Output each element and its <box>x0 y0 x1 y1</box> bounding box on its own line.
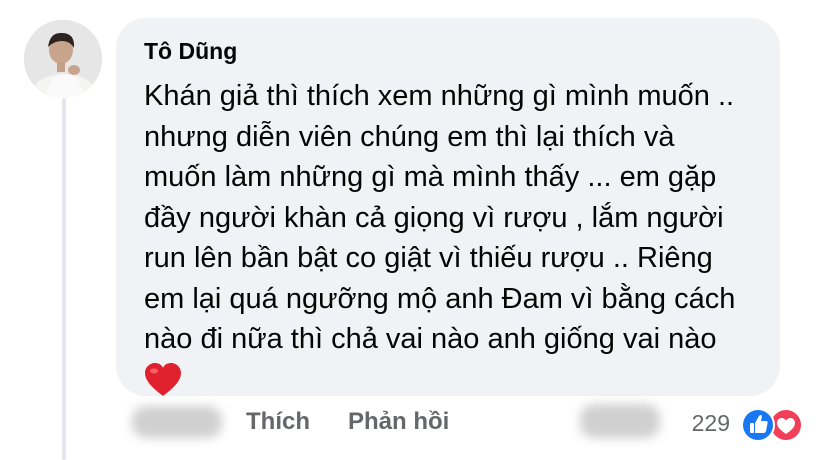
avatar[interactable] <box>24 20 102 98</box>
reply-button[interactable]: Phản hồi <box>348 408 449 436</box>
comment-text-line-7: nào đi nữa thì chả vai nào anh giống vai… <box>144 323 717 355</box>
comment-text-line-4: đầy người khàn cả giọng vì rượu , lắm ng… <box>144 201 724 234</box>
comment-text-line-6: em lại quá ngưỡng mộ anh Đam vì bằng các… <box>144 282 736 315</box>
comment-text-line-2: nhưng diễn viên chúng em thì lại thích v… <box>144 120 675 153</box>
reaction-icons[interactable] <box>738 405 808 445</box>
comment-text-line-5: run lên bần bật co giật vì thiếu rượu ..… <box>144 242 713 274</box>
comment-text-line-1: Khán giả thì thích xem những gì mình muố… <box>144 80 735 112</box>
comment-text-line-3: muốn làm những gì mà mình thấy ... em gặ… <box>144 161 717 193</box>
blurred-region <box>580 404 660 438</box>
like-reaction-icon <box>741 408 775 442</box>
comment-bubble: Tô Dũng Khán giả thì thích xem những gì … <box>116 18 780 396</box>
red-heart-emoji-icon <box>144 362 184 400</box>
comment-author-name[interactable]: Tô Dũng <box>144 36 754 66</box>
blurred-timestamp <box>132 406 222 438</box>
comment-footer: Thích Phản hồi 229 <box>0 404 828 444</box>
reaction-count[interactable]: 229 <box>692 410 730 437</box>
like-button[interactable]: Thích <box>246 408 310 436</box>
